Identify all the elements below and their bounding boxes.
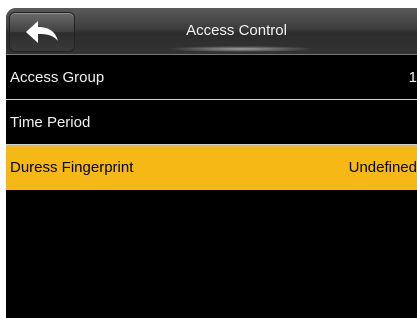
menu-item-value: 1 <box>408 69 417 86</box>
menu-item-time-period[interactable]: Time Period <box>6 100 417 145</box>
title-bar: Access Control <box>6 8 417 55</box>
device-screen: Access Control Access Group 1 Time Perio… <box>6 8 417 318</box>
menu-list: Access Group 1 Time Period Duress Finger… <box>6 55 417 190</box>
title-highlight <box>166 46 316 52</box>
menu-item-label: Duress Fingerprint <box>10 159 134 176</box>
menu-item-access-group[interactable]: Access Group 1 <box>6 55 417 100</box>
back-button[interactable] <box>9 12 75 52</box>
menu-item-value: Undefined <box>348 159 417 176</box>
menu-item-duress-fingerprint[interactable]: Duress Fingerprint Undefined <box>6 145 417 190</box>
back-arrow-icon <box>26 21 58 43</box>
menu-item-label: Access Group <box>10 69 105 86</box>
menu-item-label: Time Period <box>10 114 91 131</box>
